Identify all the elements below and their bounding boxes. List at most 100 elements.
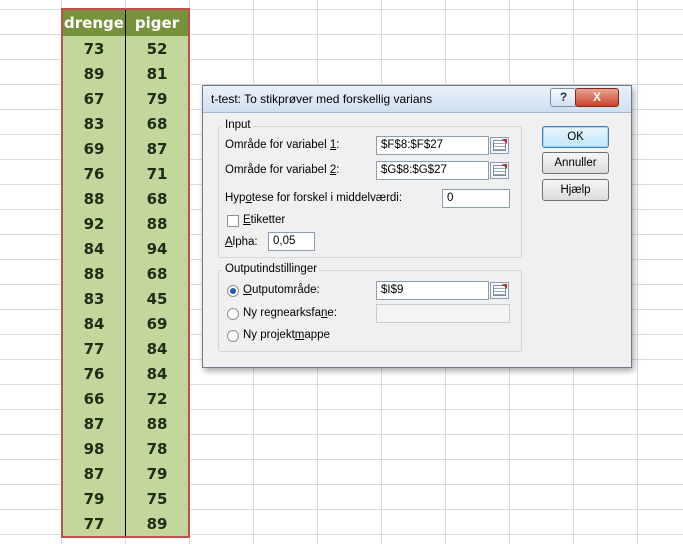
output-range-radio[interactable] [227, 285, 239, 297]
table-row: 67 79 [62, 86, 189, 111]
table-row: 88 68 [62, 261, 189, 286]
cell-piger[interactable]: 89 [125, 511, 189, 537]
data-table: drenge piger 73 52 89 81 67 79 83 68 69 87 76 71 88 6… [61, 8, 190, 538]
cell-drenge[interactable]: 84 [62, 236, 126, 261]
cell-drenge[interactable]: 66 [62, 386, 126, 411]
table-row: 83 45 [62, 286, 189, 311]
var1-label-text: Område for variabel [225, 139, 330, 151]
var2-label-text: Område for variabel [225, 164, 330, 176]
alpha-input[interactable]: 0,05 [268, 232, 315, 251]
close-icon[interactable]: X [575, 88, 619, 107]
cell-drenge[interactable]: 88 [62, 261, 126, 286]
var1-label-suffix: : [336, 139, 340, 151]
table-row: 73 52 [62, 36, 189, 61]
cell-piger[interactable]: 68 [125, 186, 189, 211]
var2-label-suffix: : [336, 164, 340, 176]
table-row: 89 81 [62, 61, 189, 86]
dialog-title: t-test: To stikprøver med forskellig var… [211, 92, 433, 106]
cell-piger[interactable]: 79 [125, 461, 189, 486]
table-row: 87 88 [62, 411, 189, 436]
var2-range-picker-button[interactable] [490, 162, 509, 179]
var1-range-picker-button[interactable] [490, 137, 509, 154]
cell-piger[interactable]: 78 [125, 436, 189, 461]
alpha-key: A [225, 236, 233, 248]
cell-drenge[interactable]: 69 [62, 136, 126, 161]
help-button[interactable]: Hjælp [542, 179, 609, 201]
cell-drenge[interactable]: 87 [62, 411, 126, 436]
labels-text: tiketter [250, 214, 286, 226]
cell-drenge[interactable]: 83 [62, 286, 126, 311]
arrow-icon [502, 284, 507, 289]
cell-drenge[interactable]: 67 [62, 86, 126, 111]
cell-piger[interactable]: 88 [125, 211, 189, 236]
cell-piger[interactable]: 75 [125, 486, 189, 511]
ok-button[interactable]: OK [542, 126, 609, 148]
cell-piger[interactable]: 68 [125, 111, 189, 136]
dialog-titlebar[interactable]: t-test: To stikprøver med forskellig var… [203, 86, 631, 113]
table-row: 76 84 [62, 361, 189, 386]
table-row: 87 79 [62, 461, 189, 486]
output-range-key: O [243, 284, 252, 296]
labels-checkbox-label[interactable]: Etiketter [243, 214, 285, 226]
new-workbook-key: m [294, 329, 305, 341]
cell-piger[interactable]: 84 [125, 336, 189, 361]
var2-range-input[interactable]: $G$8:$G$27 [376, 161, 489, 180]
cell-piger[interactable]: 52 [125, 36, 189, 61]
new-sheet-label[interactable]: Ny regnearksfane: [243, 307, 337, 319]
new-workbook-label[interactable]: Ny projektmappe [243, 329, 330, 341]
labels-checkbox[interactable] [227, 215, 239, 227]
cell-piger[interactable]: 87 [125, 136, 189, 161]
var1-label: Område for variabel 1: [225, 139, 339, 151]
help-button-text: H [560, 184, 569, 196]
column-header-drenge[interactable]: drenge [62, 9, 126, 36]
output-range-input[interactable]: $I$9 [376, 281, 489, 300]
alpha-text: lpha: [232, 236, 258, 248]
cell-drenge[interactable]: 76 [62, 361, 126, 386]
cell-drenge[interactable]: 84 [62, 311, 126, 336]
var1-range-input[interactable]: $F$8:$F$27 [376, 136, 489, 155]
hypothesis-input[interactable]: 0 [442, 189, 510, 208]
output-range-label[interactable]: Outputområde: [243, 284, 320, 296]
help-button-suffix: ælp [571, 184, 591, 196]
cancel-button[interactable]: Annuller [542, 152, 609, 174]
cell-drenge[interactable]: 77 [62, 336, 126, 361]
cell-drenge[interactable]: 87 [62, 461, 126, 486]
output-group: Outputindstillinger Outputområde: $I$9 N… [218, 263, 522, 352]
new-sheet-radio[interactable] [227, 308, 239, 320]
cell-piger[interactable]: 45 [125, 286, 189, 311]
ttest-dialog: t-test: To stikprøver med forskellig var… [202, 85, 632, 368]
cell-drenge[interactable]: 92 [62, 211, 126, 236]
new-sheet-suffix: e: [327, 307, 337, 319]
cell-piger[interactable]: 69 [125, 311, 189, 336]
var2-label: Område for variabel 2: [225, 164, 339, 176]
cell-drenge[interactable]: 89 [62, 61, 126, 86]
help-icon[interactable]: ? [550, 88, 577, 107]
hypothesis-label: Hypotese for forskel i middelværdi: [225, 192, 402, 204]
new-workbook-text: Ny projekt [243, 329, 295, 341]
cell-piger[interactable]: 68 [125, 261, 189, 286]
cell-drenge[interactable]: 83 [62, 111, 126, 136]
cell-drenge[interactable]: 88 [62, 186, 126, 211]
cell-piger[interactable]: 84 [125, 361, 189, 386]
cell-drenge[interactable]: 73 [62, 36, 126, 61]
output-range-picker-button[interactable] [490, 282, 509, 299]
cell-drenge[interactable]: 98 [62, 436, 126, 461]
alpha-label: Alpha: [225, 236, 258, 248]
cell-drenge[interactable]: 77 [62, 511, 126, 537]
new-workbook-radio[interactable] [227, 330, 239, 342]
cell-piger[interactable]: 71 [125, 161, 189, 186]
cell-piger[interactable]: 79 [125, 86, 189, 111]
cell-piger[interactable]: 88 [125, 411, 189, 436]
output-group-label: Outputindstillinger [223, 263, 320, 275]
input-group: Input Område for variabel 1: $F$8:$F$27 … [218, 119, 522, 258]
cell-piger[interactable]: 72 [125, 386, 189, 411]
cell-drenge[interactable]: 79 [62, 486, 126, 511]
table-row: 66 72 [62, 386, 189, 411]
new-sheet-input[interactable] [376, 304, 510, 323]
cell-piger[interactable]: 94 [125, 236, 189, 261]
column-header-piger[interactable]: piger [125, 9, 189, 36]
cell-piger[interactable]: 81 [125, 61, 189, 86]
output-range-text: utputområde: [251, 284, 320, 296]
new-workbook-suffix: appe [304, 329, 330, 341]
cell-drenge[interactable]: 76 [62, 161, 126, 186]
